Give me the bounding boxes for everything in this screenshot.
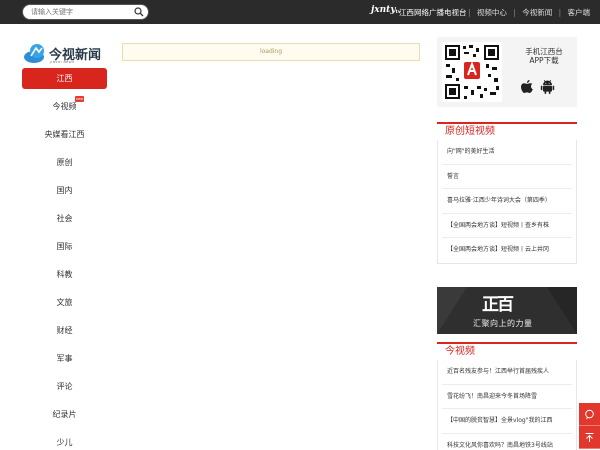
nav-item-culture-travel[interactable]: 文旅 bbox=[22, 292, 107, 320]
floating-buttons bbox=[579, 403, 600, 449]
nav-item-finance[interactable]: 财经 bbox=[22, 320, 107, 348]
nav-item-documentary[interactable]: 纪录片 bbox=[22, 404, 107, 432]
nav-label: 国内 bbox=[56, 186, 73, 195]
app-title-line2: APP下载 bbox=[529, 56, 559, 65]
app-download-card: 手机江西台 APP下载 bbox=[437, 37, 577, 107]
panel-list: 近百名残友参与！江西举行首届残疾人 雪花纷飞！南昌迎来今冬首场降雪 【中国的脱贫… bbox=[437, 360, 577, 450]
link-video-center[interactable]: 视频中心 bbox=[477, 8, 507, 17]
list-item[interactable]: 喜马拉雅·江西少年诗词大会（第四季） bbox=[442, 189, 572, 214]
separator: | bbox=[513, 8, 516, 17]
nav-label: 央媒看江西 bbox=[44, 130, 85, 139]
banner-slogan: 汇聚向上的力量 bbox=[473, 319, 533, 328]
panel-title[interactable]: 今视频 bbox=[437, 342, 577, 360]
link-client[interactable]: 客户端 bbox=[568, 8, 591, 17]
search-box bbox=[22, 4, 149, 20]
app-title-line1: 手机江西台 bbox=[525, 47, 563, 56]
list-item[interactable]: 誓言 bbox=[442, 165, 572, 189]
nav-label: 纪录片 bbox=[52, 410, 77, 419]
nav-label: 财经 bbox=[56, 326, 73, 335]
nav-item-military[interactable]: 军事 bbox=[22, 348, 107, 376]
chat-button[interactable] bbox=[579, 403, 600, 426]
app-download-title: 手机江西台 APP下载 bbox=[514, 47, 574, 65]
link-jinshi-news[interactable]: 今视新闻 bbox=[522, 8, 552, 17]
nav-label: 少儿 bbox=[56, 438, 73, 447]
nav-label: 原创 bbox=[56, 158, 73, 167]
nav-label: 江西 bbox=[56, 74, 73, 83]
nav-label: 社会 bbox=[56, 214, 73, 223]
nav-label: 今视频 bbox=[52, 102, 77, 111]
android-icon[interactable] bbox=[540, 79, 555, 94]
brand-logo[interactable]: 今视新闻 JINSHI NEWS bbox=[24, 42, 110, 64]
separator: | bbox=[468, 8, 471, 17]
list-item[interactable]: 科技文化风你喜欢吗？南昌地铁3号线站 bbox=[442, 434, 572, 450]
back-to-top-button[interactable] bbox=[579, 426, 600, 449]
new-badge: new bbox=[75, 96, 84, 102]
arrow-up-icon bbox=[585, 433, 594, 442]
logo-text: jxnty bbox=[371, 5, 396, 15]
nav-item-international[interactable]: 国际 bbox=[22, 236, 107, 264]
panel-title[interactable]: 原创短视频 bbox=[437, 122, 577, 140]
station-name[interactable]: 江西网络广播电视台 bbox=[399, 7, 467, 18]
promo-banner[interactable]: 正百 汇聚向上的力量 bbox=[437, 287, 577, 334]
qr-code bbox=[442, 42, 502, 102]
jinshipin-panel: 今视频 近百名残友参与！江西举行首届残疾人 雪花纷飞！南昌迎来今冬首场降雪 【中… bbox=[437, 342, 577, 450]
nav-item-children[interactable]: 少儿 bbox=[22, 432, 107, 450]
list-item[interactable]: 【全国两会地方谈】短视频丨查乡有株 bbox=[442, 214, 572, 238]
search-input[interactable] bbox=[31, 6, 131, 18]
separator: | bbox=[558, 8, 562, 17]
nav-label: 科教 bbox=[56, 270, 73, 279]
nav-item-science-education[interactable]: 科教 bbox=[22, 264, 107, 292]
nav-item-jinshipin[interactable]: 今视频 new bbox=[22, 96, 107, 124]
jxnty-logo[interactable]: jxntytv bbox=[371, 5, 401, 19]
left-nav: 江西 今视频 new 央媒看江西 原创 国内 社会 国际 科教 文旅 财经 军事 … bbox=[22, 68, 107, 450]
top-bar: jxntytv 江西网络广播电视台 | 视频中心 | 今视新闻 | 客户端 bbox=[0, 0, 600, 24]
nav-item-central-media[interactable]: 央媒看江西 bbox=[22, 124, 107, 152]
nav-label: 评论 bbox=[56, 382, 73, 391]
search-icon[interactable] bbox=[134, 7, 144, 17]
banner-headline: 正百 bbox=[482, 295, 514, 315]
nav-label: 国际 bbox=[56, 242, 73, 251]
list-item[interactable]: 【全国两会地方谈】短视频丨云上井冈 bbox=[442, 238, 572, 263]
apple-icon[interactable] bbox=[520, 79, 534, 94]
nav-item-society[interactable]: 社会 bbox=[22, 208, 107, 236]
nav-item-original[interactable]: 原创 bbox=[22, 152, 107, 180]
nav-label: 文旅 bbox=[56, 298, 73, 307]
list-item[interactable]: 向"网"的美好生活 bbox=[442, 140, 572, 165]
list-item[interactable]: 【中国的脱贫智慧】全景vlog"我的江西 bbox=[442, 409, 572, 434]
list-item[interactable]: 雪花纷飞！南昌迎来今冬首场降雪 bbox=[442, 385, 572, 409]
original-videos-panel: 原创短视频 向"网"的美好生活 誓言 喜马拉雅·江西少年诗词大会（第四季） 【全… bbox=[437, 122, 577, 264]
top-links: | 视频中心 | 今视新闻 | 客户端 bbox=[466, 7, 592, 18]
brand-subtitle: JINSHI NEWS bbox=[50, 60, 75, 64]
list-item[interactable]: 近百名残友参与！江西举行首届残疾人 bbox=[442, 360, 572, 385]
nav-item-domestic[interactable]: 国内 bbox=[22, 180, 107, 208]
panel-list: 向"网"的美好生活 誓言 喜马拉雅·江西少年诗词大会（第四季） 【全国两会地方谈… bbox=[437, 140, 577, 264]
nav-item-commentary[interactable]: 评论 bbox=[22, 376, 107, 404]
loading-indicator: loading bbox=[122, 43, 420, 61]
chat-icon bbox=[585, 409, 594, 420]
nav-label: 军事 bbox=[56, 354, 73, 363]
nav-item-jiangxi[interactable]: 江西 bbox=[22, 68, 107, 89]
brand-icon bbox=[24, 44, 44, 63]
